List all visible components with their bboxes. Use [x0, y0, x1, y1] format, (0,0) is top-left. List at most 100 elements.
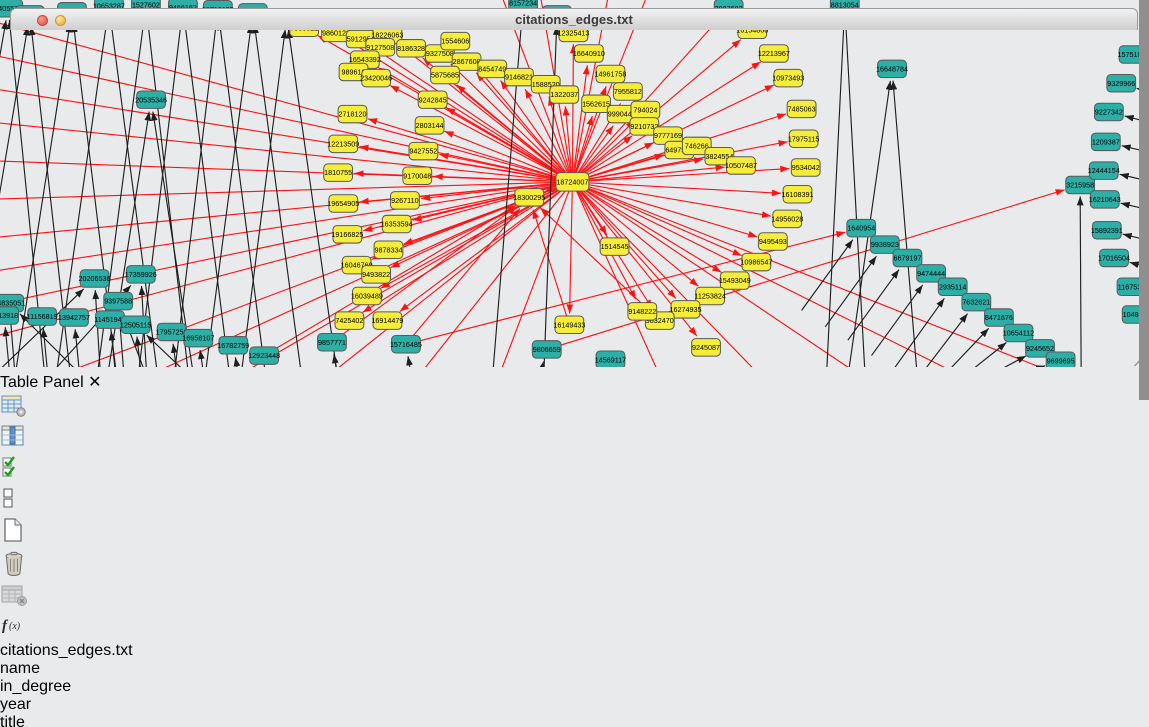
- network-node-label: 8186328: [397, 44, 425, 53]
- network-node-label: 16353594: [381, 220, 413, 229]
- network-node-label: 20206536: [79, 274, 111, 283]
- table-header-row: namein_degreeyeartitle△out_de...shortpag…: [0, 660, 1149, 727]
- network-node-label: 9327508: [426, 49, 454, 58]
- node-table: namein_degreeyeartitle△out_de...shortpag…: [0, 660, 1149, 727]
- show-columns-icon[interactable]: [0, 423, 1149, 454]
- network-node-label: 9148222: [628, 307, 656, 316]
- network-node-label: 17359926: [125, 270, 157, 279]
- network-node-label: 1209387: [1092, 137, 1120, 146]
- select-all-icon[interactable]: [0, 454, 1149, 485]
- network-node-label: 10986547: [740, 258, 772, 267]
- network-node-label: 19654905: [327, 199, 359, 208]
- network-node-label: 9699695: [1047, 356, 1075, 365]
- network-node-label: 16640910: [573, 49, 605, 58]
- network-node-label: 11253824: [694, 292, 725, 301]
- function-builder-icon[interactable]: f(x): [0, 613, 1149, 642]
- window-title: citations_edges.txt: [11, 12, 1137, 27]
- close-panel-icon[interactable]: ✕: [88, 374, 101, 391]
- network-node-label: 10507487: [725, 161, 757, 170]
- network-node-label: 2803144: [416, 121, 444, 130]
- network-node-label: 5875685: [431, 71, 459, 80]
- network-node-label: 9329966: [1107, 79, 1135, 88]
- delete-list-icon[interactable]: [0, 549, 1149, 582]
- network-node-label: 1562615: [582, 99, 610, 108]
- network-canvas[interactable]: 2405572911546020691406106532871527602946…: [0, 0, 1149, 367]
- network-node-label: 12213509: [327, 139, 359, 148]
- network-node-label: 16108391: [782, 190, 814, 199]
- network-node-label: 16914479: [371, 316, 403, 325]
- network-node-label: 12213967: [758, 49, 790, 58]
- network-node-label: 9777169: [654, 131, 682, 140]
- network-node-label: 794024: [633, 106, 657, 115]
- network-window-frame: 2405572911546020691406106532871527602946…: [0, 0, 1149, 372]
- network-node-label: 9806659: [533, 345, 561, 354]
- desktop-background: [1139, 0, 1149, 400]
- network-node-label: 16274935: [669, 305, 701, 314]
- network-node-label: 9474444: [917, 269, 945, 278]
- network-node-label: 8454749: [478, 64, 506, 73]
- network-node-label: 9534042: [792, 163, 820, 172]
- network-node-label: 16782759: [217, 341, 249, 350]
- network-node-label: 6679197: [893, 254, 921, 263]
- network-node-label: 2867608: [453, 57, 481, 66]
- network-node-label: 1554606: [441, 37, 469, 46]
- network-node-label: 3215958: [1066, 181, 1094, 190]
- network-node-label: 15716485: [390, 340, 422, 349]
- network-node-label: 7425402: [335, 316, 363, 325]
- network-node-label: 2935114: [939, 282, 966, 291]
- network-node-label: 11156819: [27, 312, 58, 321]
- table-toolbar: f(x): [0, 392, 1149, 642]
- column-header-year[interactable]: year: [0, 696, 68, 714]
- network-node-label: 17975115: [788, 134, 819, 143]
- network-node-label: 10654112: [1003, 329, 1034, 338]
- network-node-label: 1322037: [550, 90, 578, 99]
- network-node-label: 7632621: [962, 298, 990, 307]
- network-node-label: 18724007: [556, 177, 588, 186]
- network-node-label: 9245087: [692, 343, 720, 352]
- table-settings-icon[interactable]: [0, 392, 1149, 423]
- column-header-title[interactable]: title: [0, 714, 499, 727]
- network-node-label: 9427552: [409, 147, 437, 156]
- table-panel-header: Table Panel ✕: [0, 372, 1149, 392]
- network-node-label: 3913918: [0, 311, 18, 320]
- network-node-label: 16039489: [351, 292, 383, 301]
- dropdown-value: citations_edges.txt: [0, 642, 133, 659]
- network-node-label: 9227342: [1095, 108, 1123, 117]
- table-panel-title: Table Panel: [0, 374, 84, 391]
- network-node-label: 13942757: [58, 313, 90, 322]
- network-node-label: 16210643: [1089, 195, 1121, 204]
- network-node-label: 14961758: [594, 70, 626, 79]
- network-node-label: 9267110: [391, 196, 418, 205]
- network-node-label: 9878334: [374, 245, 402, 254]
- network-node-label: 9938923: [871, 240, 899, 249]
- network-node-label: 15892391: [1091, 226, 1123, 235]
- table-select-dropdown[interactable]: citations_edges.txt: [0, 642, 1149, 660]
- network-node-label: 9170048: [403, 171, 431, 180]
- network-node-label: 7485063: [788, 105, 816, 114]
- network-node-label: 1640954: [847, 224, 875, 233]
- network-window-titlebar[interactable]: citations_edges.txt: [10, 8, 1138, 30]
- network-node-label: 14569117: [595, 355, 626, 364]
- network-node-label: 15493049: [719, 276, 751, 285]
- column-header-in-degree[interactable]: in_degree: [0, 678, 95, 696]
- network-node-label: 8157234: [509, 0, 537, 8]
- network-node-label: 8471676: [985, 313, 1013, 322]
- network-node-label: 18300295: [513, 193, 545, 202]
- column-header-name[interactable]: name: [0, 660, 92, 678]
- network-node-label: 17016504: [1098, 254, 1130, 263]
- network-node-label: 9857771: [318, 338, 346, 347]
- network-node-label: 16648784: [876, 64, 908, 73]
- delete-table-icon[interactable]: [0, 582, 1149, 613]
- network-node-label: 9242845: [419, 95, 447, 104]
- network-node-label: 1810755: [324, 168, 352, 177]
- network-node-label: 14956028: [771, 214, 803, 223]
- svg-text:(x): (x): [9, 621, 21, 632]
- network-node-label: 20535346: [135, 95, 167, 104]
- network-node-label: 9493822: [362, 270, 390, 279]
- clear-selection-icon[interactable]: [0, 485, 1149, 516]
- network-node-label: 9397588: [104, 297, 132, 306]
- network-node-label: 16958107: [182, 334, 214, 343]
- network-node-label: 9146821: [505, 73, 533, 82]
- new-table-icon[interactable]: [0, 516, 1149, 549]
- network-node-label: 19166825: [331, 230, 363, 239]
